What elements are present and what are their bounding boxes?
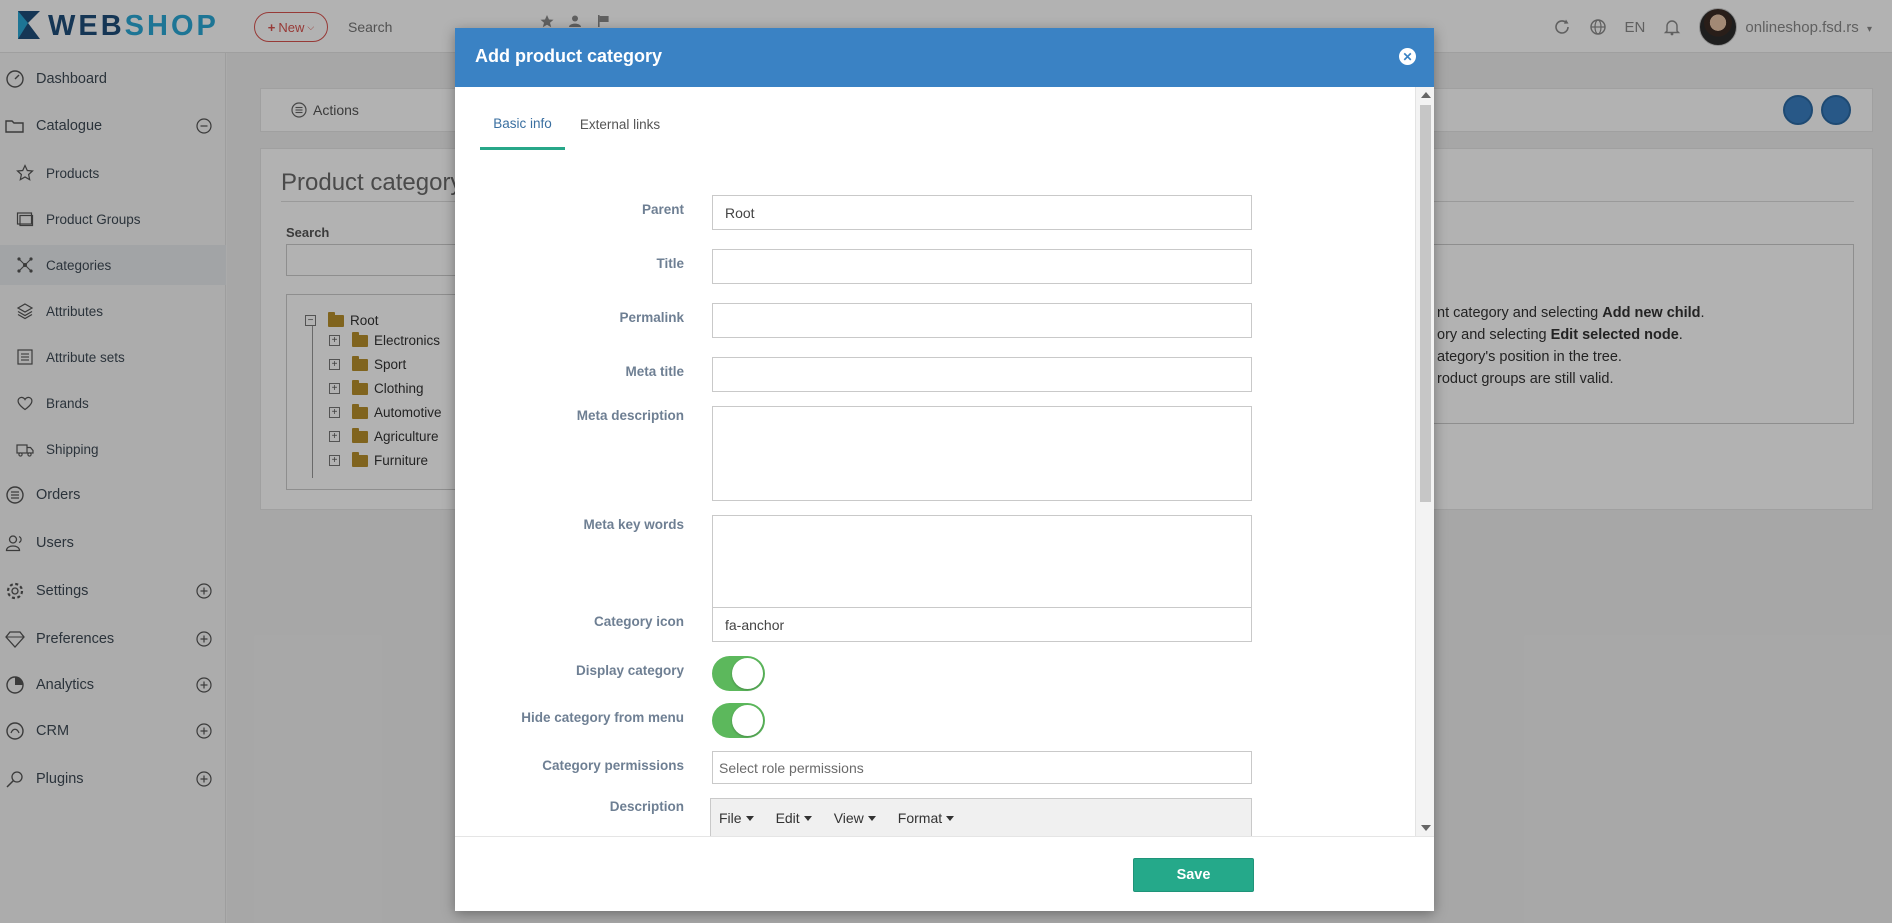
caret-down-icon [867, 816, 876, 822]
meta-description-textarea[interactable] [712, 406, 1252, 501]
editor-menu-format[interactable]: Format [897, 809, 955, 826]
modal-header: Add product category ✕ [455, 28, 1434, 87]
tab-label: External links [579, 117, 661, 132]
meta-title-field[interactable] [712, 357, 1252, 392]
scroll-up-icon[interactable] [1421, 92, 1431, 98]
description-label: Description [609, 799, 684, 814]
modal-scrollbar[interactable] [1415, 87, 1434, 836]
save-button[interactable]: Save [1133, 858, 1254, 892]
tab-basic-info[interactable]: Basic info [480, 99, 565, 150]
editor-menu-file[interactable]: File [719, 810, 754, 826]
menu-label: File [719, 809, 742, 826]
hide-from-menu-label: Hide category from menu [521, 710, 684, 725]
category-icon-value: fa-anchor [725, 616, 785, 633]
parent-label: Parent [641, 202, 684, 217]
tab-external-links[interactable]: External links [565, 99, 675, 150]
modal-footer: Save [455, 836, 1434, 911]
permalink-label: Permalink [619, 310, 684, 325]
scroll-down-icon[interactable] [1421, 825, 1431, 831]
toggle-knob [732, 705, 763, 736]
scroll-thumb[interactable] [1420, 105, 1431, 502]
display-category-toggle[interactable] [712, 656, 765, 691]
menu-label: View [833, 809, 864, 826]
toggle-knob [732, 658, 763, 689]
title-field[interactable] [712, 249, 1252, 284]
meta-key-words-textarea[interactable] [712, 515, 1252, 615]
parent-value: Root [725, 204, 755, 221]
modal-title: Add product category [475, 46, 663, 66]
editor-menu-edit[interactable]: Edit [776, 810, 812, 826]
menu-label: Edit [775, 809, 800, 826]
permissions-placeholder: Select role permissions [719, 759, 864, 776]
menu-label: Format [897, 809, 943, 826]
close-icon[interactable]: ✕ [1399, 48, 1416, 65]
save-label: Save [1176, 867, 1211, 883]
meta-key-words-label: Meta key words [583, 517, 684, 532]
meta-title-label: Meta title [625, 364, 684, 379]
parent-field[interactable]: Root [712, 195, 1252, 230]
display-category-label: Display category [575, 663, 684, 678]
permissions-label: Category permissions [542, 758, 684, 773]
title-label: Title [656, 256, 684, 271]
permalink-field[interactable] [712, 303, 1252, 338]
hide-from-menu-toggle[interactable] [712, 703, 765, 738]
category-icon-label: Category icon [593, 614, 684, 629]
meta-description-label: Meta description [576, 408, 684, 423]
caret-down-icon [803, 816, 812, 822]
modal-body: Basic info External links Parent Root Ti… [455, 87, 1415, 836]
modal-tabs: Basic info External links [480, 99, 1390, 150]
add-category-modal: Add product category ✕ Basic info Extern… [455, 28, 1434, 911]
description-editor-toolbar: File Edit View Format [710, 798, 1252, 836]
permissions-select[interactable]: Select role permissions [712, 751, 1252, 784]
tab-label: Basic info [493, 115, 552, 131]
category-icon-field[interactable]: fa-anchor [712, 607, 1252, 642]
caret-down-icon [946, 816, 955, 822]
caret-down-icon [745, 816, 754, 822]
editor-menu-view[interactable]: View [834, 810, 876, 826]
